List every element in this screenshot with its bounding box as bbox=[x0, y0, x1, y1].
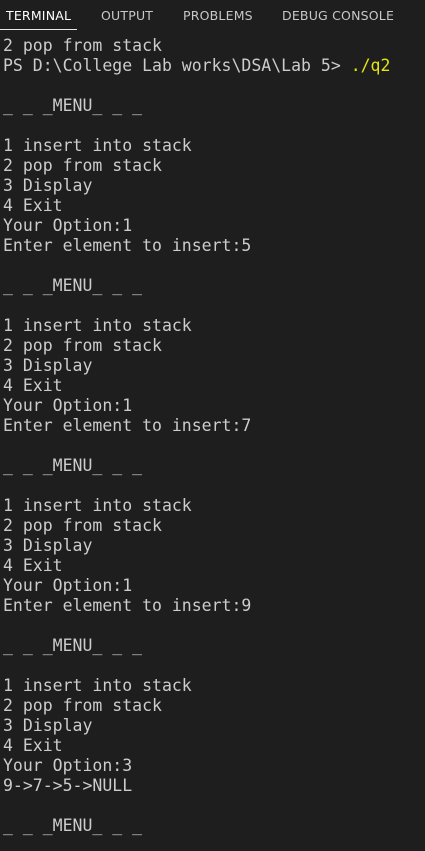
terminal-line-text: Enter element to insert:7 bbox=[3, 416, 252, 435]
terminal-line-text: 3 Display bbox=[3, 536, 93, 555]
terminal-line-text: 2 pop from stack bbox=[3, 696, 162, 715]
terminal-line: 2 pop from stack bbox=[3, 516, 423, 536]
terminal-line-text: _ _ _MENU_ _ _ bbox=[3, 456, 143, 475]
terminal-line-text: Enter element to insert:5 bbox=[3, 236, 252, 255]
panel-tab-bar: TERMINAL OUTPUT PROBLEMS DEBUG CONSOLE bbox=[0, 0, 425, 32]
terminal-line: 2 pop from stack bbox=[3, 156, 423, 176]
terminal-output[interactable]: 2 pop from stack PS D:\College Lab works\… bbox=[3, 36, 423, 836]
tab-debug-console[interactable]: DEBUG CONSOLE bbox=[282, 7, 394, 25]
terminal-line: 9->7->5->NULL bbox=[3, 776, 423, 796]
terminal-line: 4 Exit bbox=[3, 736, 423, 756]
terminal-prompt-line: PS D:\College Lab works\DSA\Lab 5> ./q2 bbox=[3, 56, 423, 76]
terminal-line: Enter element to insert:7 bbox=[3, 416, 423, 436]
terminal-line: 4 Exit bbox=[3, 196, 423, 216]
tab-problems[interactable]: PROBLEMS bbox=[183, 7, 253, 25]
terminal-line-text: 1 insert into stack bbox=[3, 496, 192, 515]
terminal-line: 3 Display bbox=[3, 176, 423, 196]
terminal-line-text: 4 Exit bbox=[3, 196, 63, 215]
terminal-line: Your Option:3 bbox=[3, 756, 423, 776]
terminal-line: 4 Exit bbox=[3, 376, 423, 396]
terminal-command: ./q2 bbox=[350, 56, 391, 75]
terminal-line-text: 9->7->5->NULL bbox=[3, 776, 133, 795]
terminal-line: 2 pop from stack bbox=[3, 36, 423, 56]
terminal-line: 1 insert into stack bbox=[3, 136, 423, 156]
terminal-line: 4 Exit bbox=[3, 556, 423, 576]
terminal-line-text: 1 insert into stack bbox=[3, 316, 192, 335]
terminal-line-text: Your Option:1 bbox=[3, 216, 133, 235]
terminal-line-text: 3 Display bbox=[3, 356, 93, 375]
terminal-line: 1 insert into stack bbox=[3, 316, 423, 336]
terminal-line-text: 2 pop from stack bbox=[3, 516, 162, 535]
terminal-prompt: PS D:\College Lab works\DSA\Lab 5> bbox=[3, 56, 351, 75]
terminal-line: _ _ _MENU_ _ _ bbox=[3, 636, 423, 656]
terminal-line-text: 3 Display bbox=[3, 176, 93, 195]
terminal-line-text: 3 Display bbox=[3, 716, 93, 735]
terminal-line-text: 1 insert into stack bbox=[3, 676, 192, 695]
terminal-line-text: 1 insert into stack bbox=[3, 136, 192, 155]
terminal-line-text: 2 pop from stack bbox=[3, 36, 162, 55]
terminal-line: _ _ _MENU_ _ _ bbox=[3, 456, 423, 476]
terminal-line: 3 Display bbox=[3, 716, 423, 736]
terminal-line: 3 Display bbox=[3, 536, 423, 556]
terminal-line: Enter element to insert:5 bbox=[3, 236, 423, 256]
terminal-line-text: Your Option:1 bbox=[3, 396, 133, 415]
terminal-line-text: Your Option:1 bbox=[3, 576, 133, 595]
terminal-line-text: Your Option:3 bbox=[3, 756, 133, 775]
terminal-line: 2 pop from stack bbox=[3, 336, 423, 356]
terminal-line-text: _ _ _MENU_ _ _ bbox=[3, 96, 143, 115]
terminal-line: Your Option:1 bbox=[3, 576, 423, 596]
terminal-line: 1 insert into stack bbox=[3, 496, 423, 516]
tab-terminal[interactable]: TERMINAL bbox=[6, 7, 71, 25]
terminal-line: 3 Display bbox=[3, 356, 423, 376]
terminal-line-text: 2 pop from stack bbox=[3, 336, 162, 355]
terminal-line-text: Enter element to insert:9 bbox=[3, 596, 252, 615]
terminal-line-text: 4 Exit bbox=[3, 736, 63, 755]
terminal-line-text: 4 Exit bbox=[3, 376, 63, 395]
terminal-line-text: 2 pop from stack bbox=[3, 156, 162, 175]
terminal-line-text: _ _ _MENU_ _ _ bbox=[3, 816, 143, 835]
terminal-line: _ _ _MENU_ _ _ bbox=[3, 816, 423, 836]
tab-output[interactable]: OUTPUT bbox=[101, 7, 153, 25]
terminal-line-text: _ _ _MENU_ _ _ bbox=[3, 276, 143, 295]
terminal-line: Your Option:1 bbox=[3, 396, 423, 416]
terminal-line: 2 pop from stack bbox=[3, 696, 423, 716]
terminal-line: _ _ _MENU_ _ _ bbox=[3, 276, 423, 296]
terminal-line-text: 4 Exit bbox=[3, 556, 63, 575]
terminal-line: _ _ _MENU_ _ _ bbox=[3, 96, 423, 116]
active-tab-indicator bbox=[0, 29, 77, 30]
terminal-line: Your Option:1 bbox=[3, 216, 423, 236]
terminal-line: 1 insert into stack bbox=[3, 676, 423, 696]
terminal-line-text: _ _ _MENU_ _ _ bbox=[3, 636, 143, 655]
terminal-line: Enter element to insert:9 bbox=[3, 596, 423, 616]
